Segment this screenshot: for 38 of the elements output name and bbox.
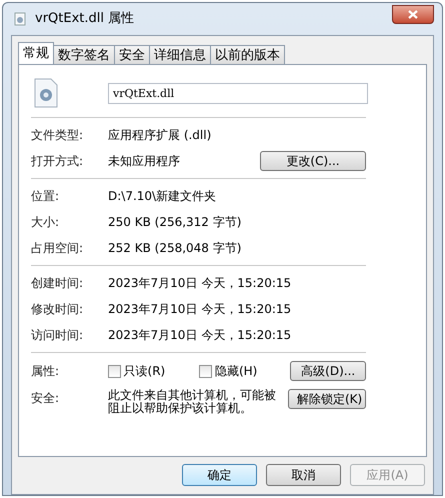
field-label: 修改时间: <box>31 301 84 318</box>
field-value: 2023年7月10日 今天，15:20:15 <box>108 327 292 344</box>
field-label: 打开方式: <box>31 153 84 170</box>
field-label: 占用空间: <box>31 240 84 257</box>
field-label: 位置: <box>31 188 60 205</box>
tab[interactable]: 安全 <box>115 45 150 64</box>
file-icon <box>13 12 27 26</box>
file-name-field[interactable]: vrQtExt.dll <box>108 82 368 104</box>
field-value: 应用程序扩展 (.dll) <box>108 127 212 144</box>
dialog-button[interactable]: 确定 <box>182 464 257 486</box>
field-value: 250 KB (256,312 字节) <box>108 214 242 231</box>
field-label: 访问时间: <box>31 327 84 344</box>
close-icon <box>408 10 418 18</box>
field-value: 未知应用程序 <box>108 153 180 170</box>
tab[interactable]: 常规 <box>18 42 54 64</box>
field-value: 2023年7月10日 今天，15:20:15 <box>108 301 292 318</box>
field-value: D:\7.10\新建文件夹 <box>108 188 216 205</box>
field-label: 安全: <box>31 390 60 407</box>
tab[interactable]: 以前的版本 <box>211 45 285 64</box>
checkbox-label: 只读(R) <box>124 363 166 380</box>
security-message: 此文件来自其他计算机，可能被阻止以帮助保护该计算机。 <box>108 389 277 415</box>
dialog-button[interactable]: 取消 <box>266 464 341 486</box>
unblock-button[interactable]: 解除锁定(K) <box>288 389 366 409</box>
advanced-button[interactable]: 高级(D)... <box>290 361 366 381</box>
tab[interactable]: 数字签名 <box>54 45 115 64</box>
close-button[interactable] <box>392 4 434 24</box>
window-title: vrQtExt.dll 属性 <box>35 10 134 28</box>
field-label: 大小: <box>31 214 60 231</box>
tab[interactable]: 详细信息 <box>150 45 211 64</box>
change-button[interactable]: 更改(C)... <box>260 151 366 171</box>
checkbox-label: 隐藏(H) <box>214 363 258 380</box>
field-value: 2023年7月10日 今天，15:20:15 <box>108 275 292 292</box>
field-value: 252 KB (258,048 字节) <box>108 240 242 257</box>
field-label: 属性: <box>31 363 60 380</box>
field-label: 创建时间: <box>31 275 84 292</box>
checkbox[interactable] <box>108 364 121 378</box>
checkbox[interactable] <box>198 364 212 378</box>
field-label: 文件类型: <box>31 127 84 144</box>
